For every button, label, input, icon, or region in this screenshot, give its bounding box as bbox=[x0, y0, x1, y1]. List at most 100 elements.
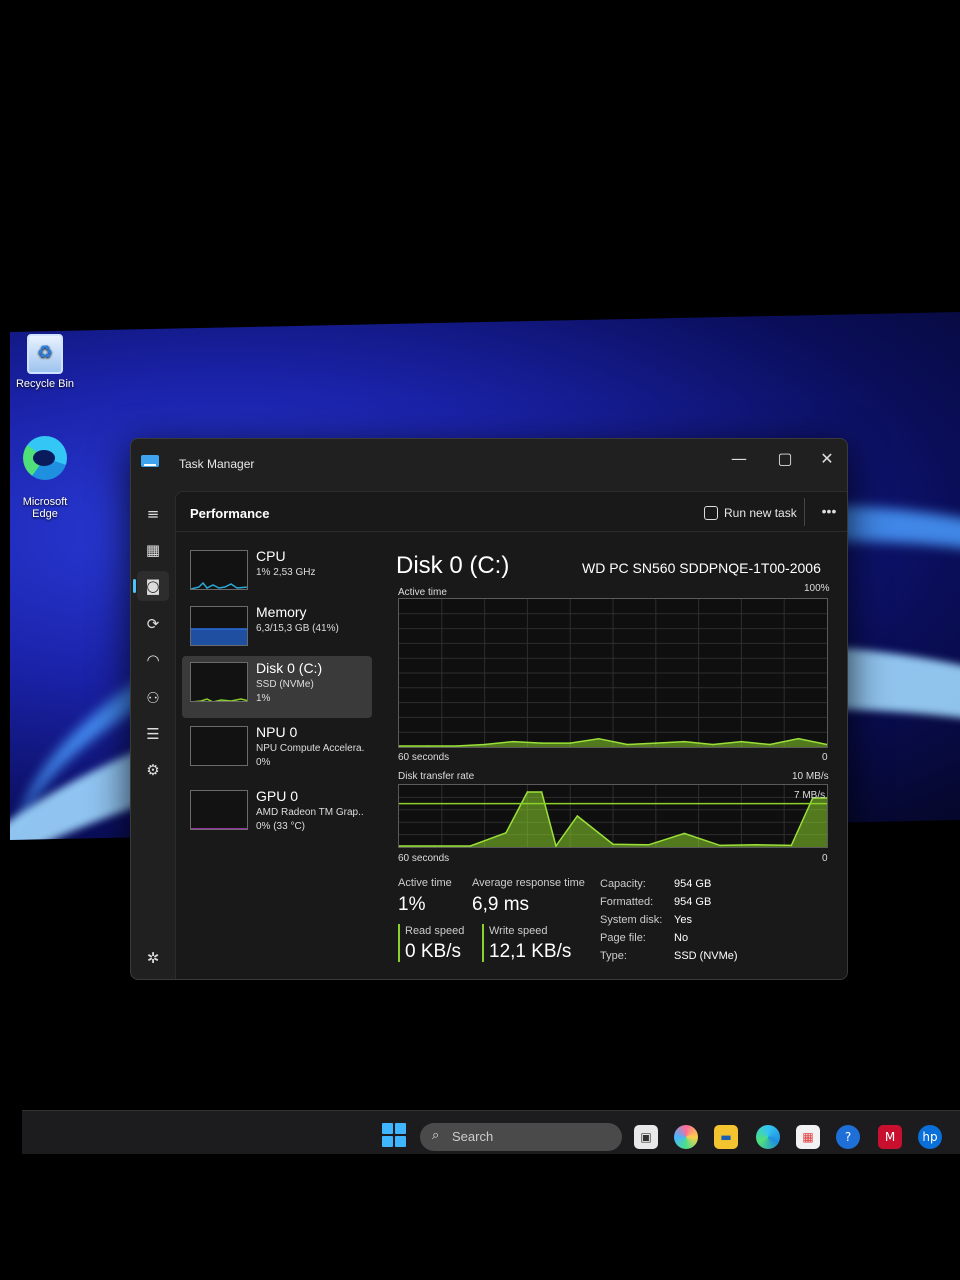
more-options-button[interactable]: ••• bbox=[816, 498, 842, 524]
data-point bbox=[719, 844, 721, 847]
resource-item-memory[interactable]: Memory 6,3/15,3 GB (41%) bbox=[182, 600, 372, 662]
store-icon[interactable]: ▦ bbox=[796, 1125, 820, 1149]
help-icon[interactable]: ? bbox=[836, 1125, 860, 1149]
performance-icon[interactable]: ◙ bbox=[133, 571, 169, 601]
data-point bbox=[569, 742, 571, 744]
avg-response-value: 6,9 ms bbox=[472, 894, 530, 915]
run-new-task-button[interactable]: Run new task bbox=[696, 500, 805, 526]
system-disk-label: System disk: bbox=[600, 914, 663, 926]
capacity-value: 954 GB bbox=[674, 878, 712, 890]
startup-apps-icon[interactable]: ◠ bbox=[137, 645, 169, 675]
taskbar: ⌕ Search ▣ ▬ ▦ ? M hp bbox=[22, 1110, 960, 1154]
search-placeholder: Search bbox=[452, 1129, 494, 1144]
app-history-icon[interactable]: ⟳ bbox=[137, 609, 169, 639]
details-icon[interactable]: ☰ bbox=[137, 719, 169, 749]
data-point bbox=[483, 743, 486, 746]
data-point bbox=[797, 737, 800, 740]
file-explorer-icon[interactable]: ▬ bbox=[714, 1125, 738, 1149]
data-point bbox=[647, 844, 650, 846]
title-bar[interactable]: Task Manager — ▢ ✕ bbox=[131, 439, 847, 487]
memory-thumbnail-graph bbox=[190, 606, 248, 646]
desktop-icon-label: Recycle Bin bbox=[15, 378, 75, 390]
resource-usage: 1% bbox=[256, 693, 271, 704]
task-manager-icon bbox=[141, 455, 159, 467]
data-point bbox=[712, 743, 714, 746]
resource-detail: AMD Radeon TM Grap.. bbox=[256, 807, 364, 818]
run-new-task-label: Run new task bbox=[724, 506, 797, 520]
task-view-icon[interactable]: ▣ bbox=[634, 1125, 658, 1149]
performance-panel: Performance Run new task ••• CPU 1% 2,53… bbox=[175, 491, 847, 979]
read-speed-indicator bbox=[398, 924, 400, 962]
desktop-icon-edge[interactable]: Microsoft Edge bbox=[5, 424, 85, 520]
formatted-label: Formatted: bbox=[600, 896, 654, 908]
npu-thumbnail-graph bbox=[190, 726, 248, 766]
page-file-label: Page file: bbox=[600, 932, 646, 944]
services-icon[interactable]: ⚙ bbox=[137, 755, 169, 785]
data-point bbox=[655, 742, 657, 744]
resource-usage: 0% (33 °C) bbox=[256, 821, 306, 832]
processes-icon[interactable]: ▦ bbox=[137, 535, 169, 565]
active-time-graph-label: Active time bbox=[398, 587, 447, 598]
windows-logo-icon bbox=[382, 1123, 393, 1134]
settings-icon[interactable]: ✲ bbox=[137, 943, 169, 973]
mcafee-icon[interactable]: M bbox=[878, 1125, 902, 1149]
divider bbox=[804, 498, 805, 526]
window-title: Task Manager bbox=[179, 457, 255, 471]
disk-model: WD PC SN560 SDDPNQE-1T00-2006 bbox=[582, 560, 821, 576]
cpu-thumbnail-graph bbox=[190, 550, 248, 590]
data-point bbox=[683, 740, 686, 743]
transfer-graph-min: 0 bbox=[822, 853, 828, 864]
type-value: SSD (NVMe) bbox=[674, 950, 738, 962]
resource-item-disk[interactable]: Disk 0 (C:) SSD (NVMe) 1% bbox=[182, 656, 372, 718]
write-speed-value: 12,1 KB/s bbox=[489, 941, 572, 962]
resource-item-cpu[interactable]: CPU 1% 2,53 GHz bbox=[182, 544, 372, 606]
hp-icon[interactable]: hp bbox=[918, 1125, 942, 1149]
capacity-label: Capacity: bbox=[600, 878, 646, 890]
close-button[interactable]: ✕ bbox=[807, 443, 847, 475]
data-point bbox=[769, 743, 771, 746]
disk-title: Disk 0 (C:) bbox=[396, 552, 510, 579]
edge-icon[interactable] bbox=[756, 1125, 780, 1149]
resource-detail: SSD (NVMe) bbox=[256, 679, 314, 690]
hamburger-menu-icon[interactable]: ≡ bbox=[137, 499, 169, 529]
desktop-icon-recycle-bin[interactable]: Recycle Bin bbox=[5, 334, 85, 390]
data-point bbox=[790, 844, 793, 847]
gpu-thumbnail-graph bbox=[190, 790, 248, 830]
resource-name: Disk 0 (C:) bbox=[256, 660, 323, 676]
copilot-icon[interactable] bbox=[674, 1125, 698, 1149]
nav-sidebar: ≡ ▦ ◙ ⟳ ◠ ⚇ ☰ ⚙ ✲ bbox=[131, 491, 173, 979]
transfer-graph-label: Disk transfer rate bbox=[398, 771, 475, 782]
data-point bbox=[512, 740, 514, 743]
resource-item-gpu[interactable]: GPU 0 AMD Radeon TM Grap.. 0% (33 °C) bbox=[182, 784, 372, 846]
transfer-rate-graph bbox=[398, 784, 828, 848]
active-time-graph bbox=[398, 598, 828, 748]
data-point bbox=[740, 740, 743, 743]
active-time-graph-duration: 60 seconds bbox=[398, 752, 450, 763]
formatted-value: 954 GB bbox=[674, 896, 712, 908]
maximize-button[interactable]: ▢ bbox=[765, 443, 805, 475]
data-point bbox=[626, 743, 629, 746]
resource-name: Memory bbox=[256, 604, 307, 620]
panel-header: Performance Run new task ••• bbox=[176, 492, 847, 532]
active-time-graph-max: 100% bbox=[804, 583, 830, 594]
system-disk-value: Yes bbox=[674, 914, 692, 926]
resource-name: CPU bbox=[256, 548, 286, 564]
users-icon[interactable]: ⚇ bbox=[137, 683, 169, 713]
data-point bbox=[540, 742, 543, 744]
disk-thumbnail-graph bbox=[190, 662, 248, 702]
type-label: Type: bbox=[600, 950, 627, 962]
task-manager-window: Task Manager — ▢ ✕ ≡ ▦ ◙ ⟳ ◠ ⚇ ☰ ⚙ ✲ Per… bbox=[130, 438, 848, 980]
transfer-graph-max: 10 MB/s bbox=[792, 771, 829, 782]
resource-detail: 1% 2,53 GHz bbox=[256, 567, 316, 578]
start-button[interactable] bbox=[382, 1123, 406, 1147]
windows-logo-icon bbox=[382, 1136, 393, 1147]
resource-usage: 0% bbox=[256, 757, 271, 768]
minimize-button[interactable]: — bbox=[719, 443, 759, 475]
desktop-icon-label: Microsoft Edge bbox=[22, 496, 68, 520]
write-speed-label: Write speed bbox=[489, 925, 548, 937]
resource-item-npu[interactable]: NPU 0 NPU Compute Accelera. 0% bbox=[182, 720, 372, 782]
transfer-ref-line-label: 7 MB/s bbox=[794, 790, 826, 801]
run-task-icon bbox=[704, 506, 718, 520]
resource-detail: NPU Compute Accelera. bbox=[256, 743, 365, 754]
search-box[interactable]: ⌕ Search bbox=[420, 1123, 622, 1151]
